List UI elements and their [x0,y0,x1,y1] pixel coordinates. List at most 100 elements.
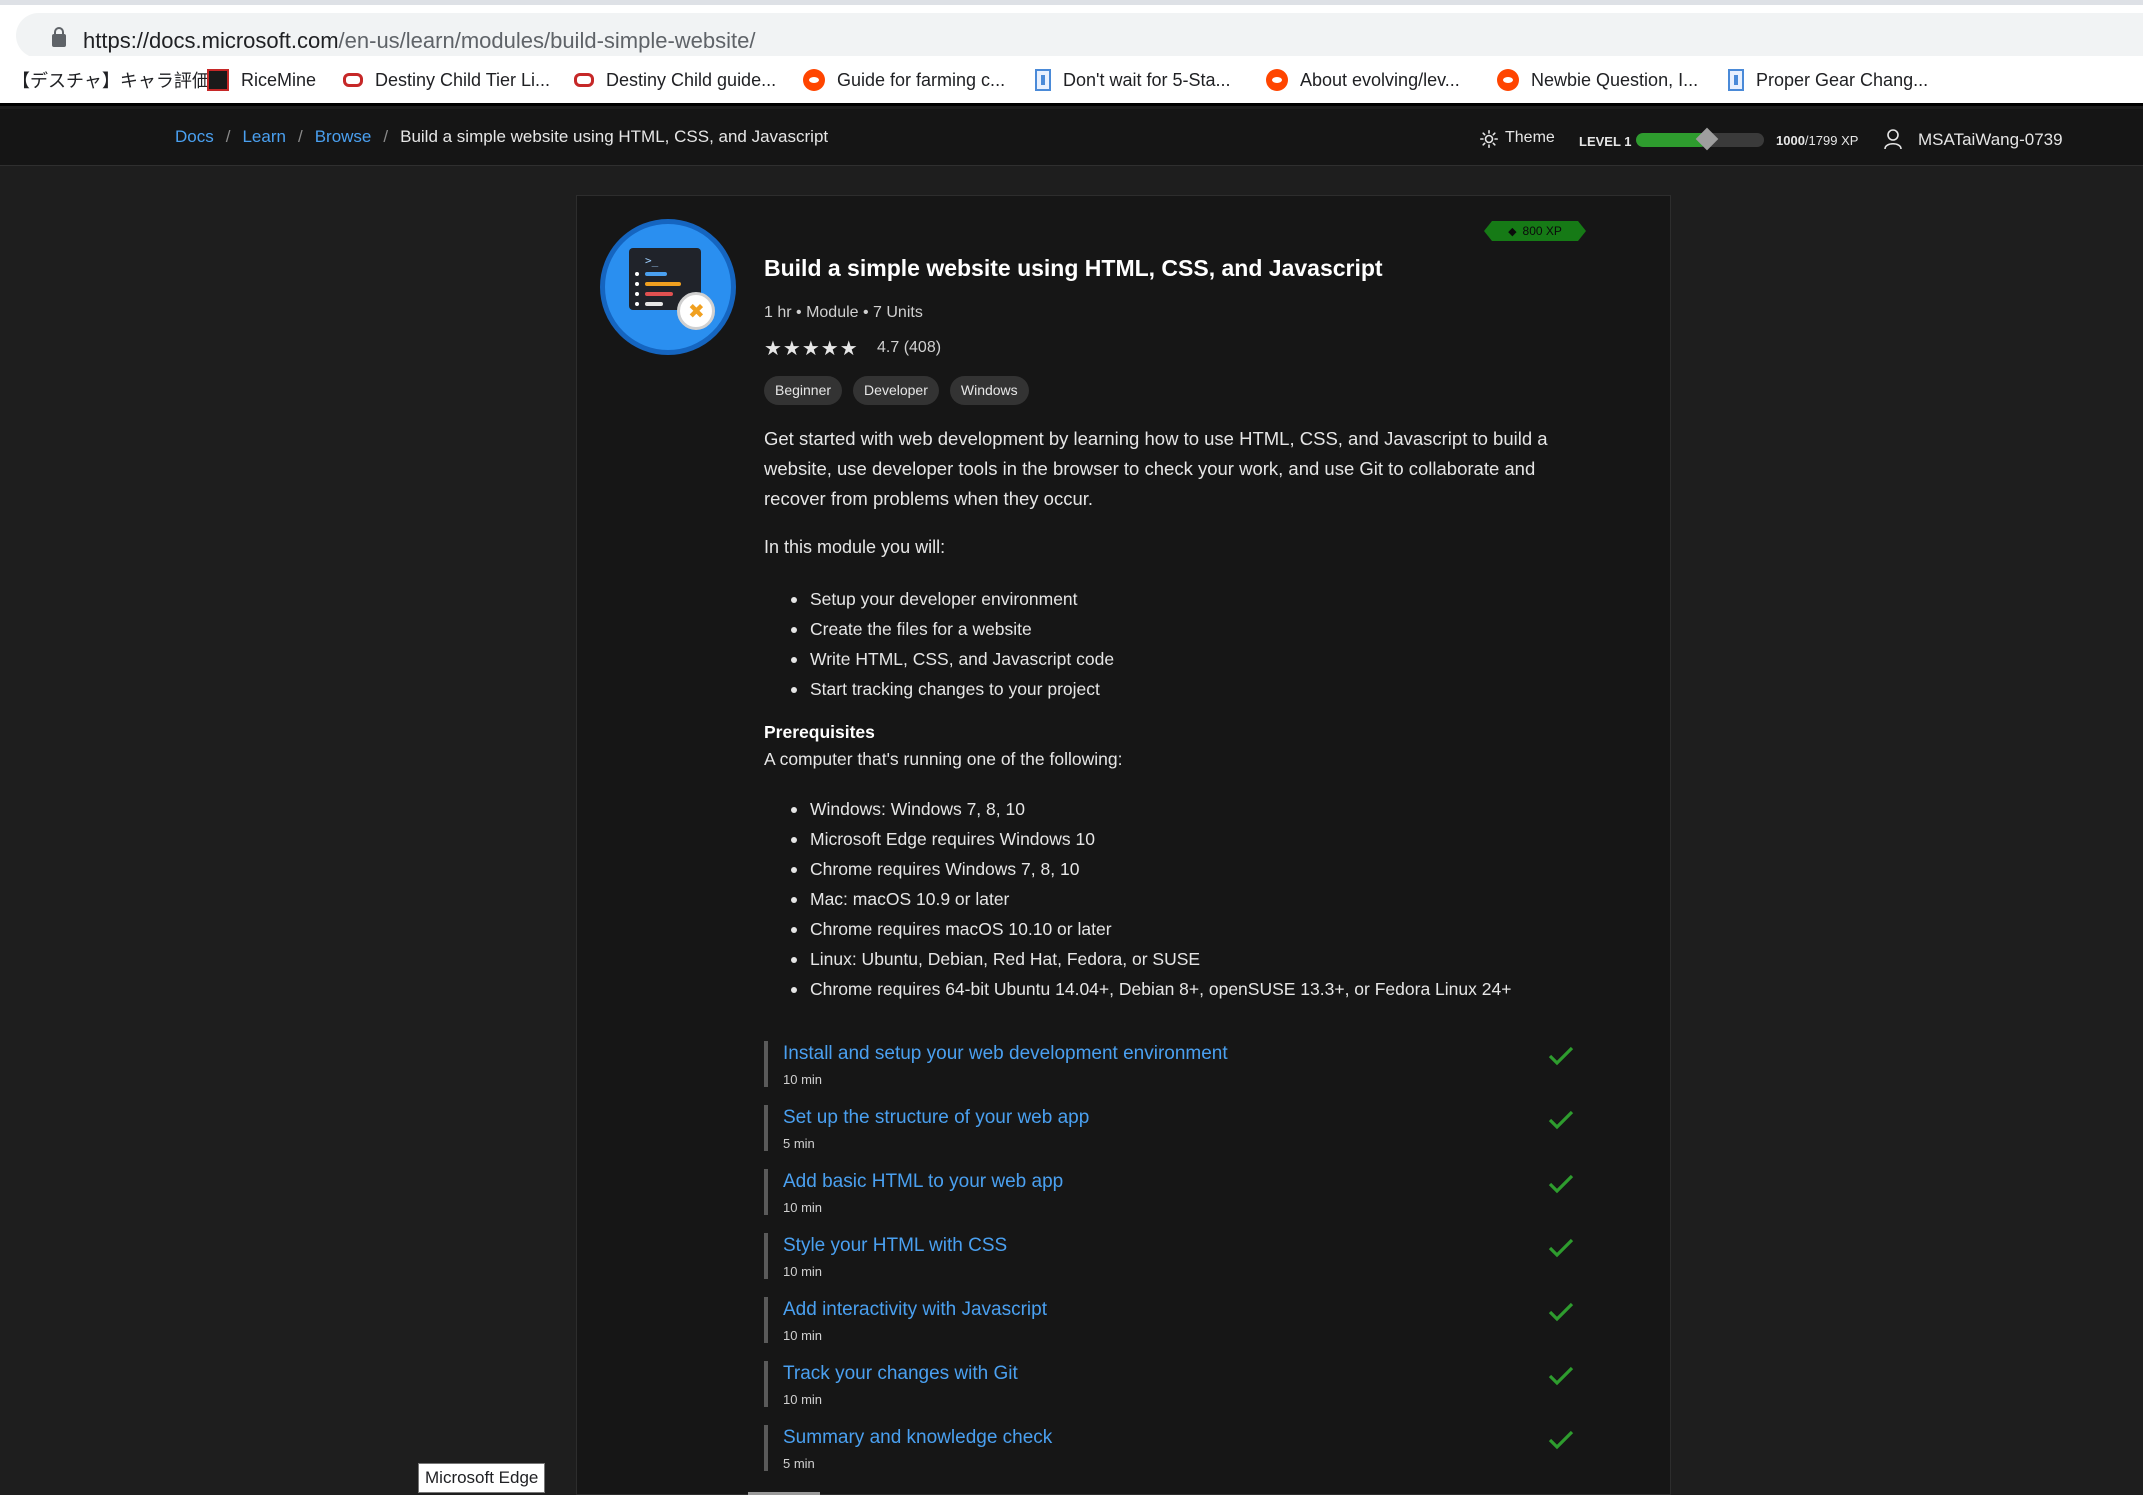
prerequisites-list: Windows: Windows 7, 8, 10 Microsoft Edge… [764,794,1511,1004]
breadcrumb-learn[interactable]: Learn [242,127,285,146]
unit-item[interactable]: Set up the structure of your web app 5 m… [764,1105,1574,1169]
bookmark-label: Proper Gear Chang... [1756,69,1929,90]
taskbar-tooltip: Microsoft Edge [418,1463,546,1493]
xp-total: /1799 XP [1804,133,1859,148]
unit-edge [764,1105,768,1151]
bookmark-label: Guide for farming c... [837,69,1006,90]
check-icon [1548,1174,1574,1194]
unit-link[interactable]: Set up the structure of your web app [783,1107,1089,1129]
breadcrumb-browse[interactable]: Browse [315,127,372,146]
tag-list: Beginner Developer Windows [764,376,1029,405]
list-item: Linux: Ubuntu, Debian, Red Hat, Fedora, … [764,944,1511,974]
bookmark-item[interactable]: Newbie Question, I... [1497,66,1698,94]
unit-edge [764,1233,768,1279]
user-icon[interactable] [1883,128,1903,150]
link-icon [343,73,363,87]
bookmark-item[interactable]: 【デスチャ】キャラ評価... [12,66,225,94]
list-item: Chrome requires macOS 10.10 or later [764,914,1511,944]
module-intro: In this module you will: [764,537,946,557]
bookmark-item[interactable]: About evolving/lev... [1266,66,1460,94]
unit-list: Install and setup your web development e… [764,1041,1574,1489]
check-icon [1548,1238,1574,1258]
unit-item[interactable]: Summary and knowledge check 5 min [764,1425,1574,1489]
reddit-icon [1266,69,1288,91]
module-meta: 1 hr • Module • 7 Units [764,304,923,321]
unit-duration: 10 min [783,1392,823,1407]
bookmark-label: About evolving/lev... [1300,69,1460,90]
list-dot [635,302,639,306]
bookmark-item[interactable]: Guide for farming c... [803,66,1005,94]
list-dot [635,292,639,296]
omnibox[interactable]: https://docs.microsoft.com/en-us/learn/m… [16,13,2143,58]
unit-link[interactable]: Summary and knowledge check [783,1427,1052,1449]
xp-text: 1000/1799 XP [1776,133,1858,148]
address-bar: https://docs.microsoft.com/en-us/learn/m… [0,5,2143,58]
theme-sun-icon[interactable] [1480,130,1498,148]
breadcrumb-separator: / [383,127,389,146]
reddit-icon [803,69,825,91]
list-dot [635,282,639,286]
lock-icon[interactable] [52,27,66,47]
tools-icon [677,292,715,330]
check-icon [1548,1046,1574,1066]
unit-duration: 5 min [783,1136,815,1151]
unit-duration: 10 min [783,1264,823,1279]
level-label: LEVEL 1 [1579,134,1632,149]
bookmark-item[interactable]: Don't wait for 5-Sta... [1035,66,1231,94]
bookmark-item[interactable]: Destiny Child guide... [574,66,776,94]
unit-item[interactable]: Style your HTML with CSS 10 min [764,1233,1574,1297]
unit-link[interactable]: Install and setup your web development e… [783,1043,1228,1065]
unit-item[interactable]: Track your changes with Git 10 min [764,1361,1574,1425]
breadcrumb-docs[interactable]: Docs [175,127,214,146]
bookmark-label: 【デスチャ】キャラ評価... [12,71,225,91]
unit-item[interactable]: Add interactivity with Javascript 10 min [764,1297,1574,1361]
xp-current: 1000 [1776,133,1805,148]
url-text[interactable]: https://docs.microsoft.com/en-us/learn/m… [83,28,756,54]
unit-link[interactable]: Track your changes with Git [783,1363,1018,1385]
username[interactable]: MSATaiWang-0739 [1918,130,2063,150]
bookmark-item[interactable]: RiceMine [207,66,316,94]
prompt-glyph: >_ [645,254,659,267]
list-dot [635,272,639,276]
unit-duration: 5 min [783,1456,815,1471]
module-title: Build a simple website using HTML, CSS, … [764,255,1383,281]
unit-link[interactable]: Add interactivity with Javascript [783,1299,1047,1321]
unit-edge [764,1169,768,1215]
tag-windows[interactable]: Windows [949,376,1029,405]
unit-edge [764,1361,768,1407]
bookmark-label: Destiny Child Tier Li... [375,69,551,90]
rating-value[interactable]: 4.7 (408) [877,339,941,357]
doc-icon [1728,69,1744,91]
list-item: Setup your developer environment [764,584,1114,614]
module-icon: >_ [600,219,736,355]
unit-link[interactable]: Add basic HTML to your web app [783,1171,1063,1193]
unit-item[interactable]: Add basic HTML to your web app 10 min [764,1169,1574,1233]
theme-button[interactable]: Theme [1505,129,1555,147]
unit-link[interactable]: Style your HTML with CSS [783,1235,1007,1257]
link-icon [574,73,594,87]
bookmark-item[interactable]: Destiny Child Tier Li... [343,66,550,94]
check-icon [1548,1430,1574,1450]
tag-icon: ◆ [1508,225,1517,238]
tag-developer[interactable]: Developer [853,376,939,405]
check-icon [1548,1302,1574,1322]
tag-beginner[interactable]: Beginner [764,376,843,405]
list-item: Windows: Windows 7, 8, 10 [764,794,1511,824]
prerequisites-heading: Prerequisites [764,722,875,742]
list-item: Write HTML, CSS, and Javascript code [764,644,1114,674]
list-item: Mac: macOS 10.9 or later [764,884,1511,914]
module-description: Get started with web development by lear… [764,428,1548,509]
unit-item[interactable]: Install and setup your web development e… [764,1041,1574,1105]
rating-stars[interactable]: ★★★★★ [764,336,859,360]
unit-edge [764,1041,768,1087]
ricemine-icon [207,69,229,91]
doc-icon [1035,69,1051,91]
code-line [645,302,663,306]
bookmark-item[interactable]: Proper Gear Chang... [1728,66,1928,94]
breadcrumb-separator: / [225,127,231,146]
bookmark-label: Don't wait for 5-Sta... [1063,69,1231,90]
bookmarks-bar: 【デスチャ】キャラ評価... RiceMine Destiny Child Ti… [0,56,2143,106]
xp-badge-label: 800 XP [1522,224,1562,238]
list-item: Start tracking changes to your project [764,674,1114,704]
unit-duration: 10 min [783,1072,823,1087]
